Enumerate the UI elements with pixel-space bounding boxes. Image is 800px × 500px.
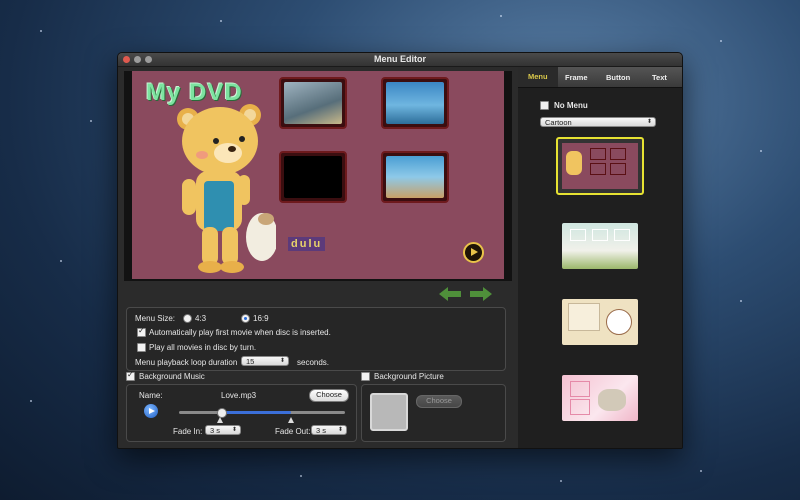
fade-out-select[interactable]: 3 s ⬍: [311, 425, 347, 435]
template-frame-shape: [570, 381, 590, 397]
fade-out-label: Fade Out:: [275, 427, 311, 436]
chapter-thumbnail-4[interactable]: [381, 151, 449, 203]
template-frame-shape: [610, 148, 626, 160]
play-all-checkbox[interactable]: [137, 343, 146, 352]
chapter-thumbnail-3[interactable]: [279, 151, 347, 203]
fade-out-value: 3 s: [316, 426, 327, 435]
ratio-4-3-radio[interactable]: [183, 314, 192, 323]
music-trim-slider[interactable]: [179, 408, 345, 423]
music-name-label: Name:: [139, 391, 163, 400]
template-frame-shape: [614, 229, 630, 241]
title-bar: Menu Editor: [118, 53, 682, 67]
thumbnail-image: [386, 82, 444, 124]
fade-in-value: 3 s: [210, 426, 221, 435]
thumbnail-image: [386, 156, 444, 198]
window-title: Menu Editor: [374, 54, 426, 64]
arrow-right-icon[interactable]: [470, 287, 492, 301]
auto-play-checkbox[interactable]: [137, 326, 146, 337]
menu-size-label: Menu Size:: [135, 314, 176, 323]
bg-music-group: Name: Love.mp3 Choose Fade In: 3 s ⬍ Fad…: [126, 384, 357, 442]
template-frame-shape: [570, 399, 590, 415]
template-thumbnail-4[interactable]: [562, 375, 638, 421]
fade-in-select[interactable]: 3 s ⬍: [205, 425, 241, 435]
thumbnail-image: [284, 82, 342, 124]
fade-out-marker[interactable]: [288, 417, 294, 423]
template-frame-shape: [568, 303, 600, 331]
menu-editor-window: Menu Editor My DVD dulu Menu Size: 4:3 1…: [117, 52, 683, 449]
template-preview-image: [562, 143, 638, 189]
bg-picture-group: Choose: [361, 384, 506, 442]
updown-icon: ⬍: [646, 119, 652, 125]
chapter-thumbnail-1[interactable]: [279, 77, 347, 129]
template-thumbnail-2[interactable]: [562, 223, 638, 269]
ratio-4-3-label: 4:3: [195, 314, 207, 323]
template-mascot-shape: [606, 309, 632, 335]
menu-settings-group: Menu Size: 4:3 16:9 Automatically play f…: [126, 307, 506, 371]
template-frame-shape: [610, 163, 626, 175]
music-play-button[interactable]: [144, 404, 158, 418]
bg-picture-label: Background Picture: [374, 372, 444, 381]
updown-icon: ⬍: [279, 358, 285, 364]
no-menu-checkbox[interactable]: [540, 101, 549, 110]
music-file-name: Love.mp3: [221, 391, 257, 400]
bg-music-label: Background Music: [139, 372, 205, 381]
arrow-left-icon[interactable]: [439, 287, 461, 301]
slider-selected-range: [221, 411, 291, 414]
chapter-thumbnail-2[interactable]: [381, 77, 449, 129]
theme-select[interactable]: Cartoon ⬍: [540, 117, 656, 127]
bg-music-checkbox[interactable]: [126, 370, 135, 381]
theme-value: Cartoon: [545, 118, 572, 127]
editor-tabs: Menu Frame Button Text: [518, 67, 682, 88]
play-icon: [149, 407, 155, 414]
menu-canvas[interactable]: My DVD dulu: [132, 71, 504, 279]
template-thumbnail-3[interactable]: [562, 299, 638, 345]
loop-duration-select[interactable]: 15 ⬍: [241, 356, 289, 366]
choose-music-button[interactable]: Choose: [309, 389, 349, 402]
menu-preview: My DVD dulu: [124, 71, 512, 281]
no-menu-label: No Menu: [554, 101, 588, 110]
bg-picture-preview[interactable]: [370, 393, 408, 431]
dulu-sticker-text[interactable]: dulu: [288, 237, 326, 251]
bg-picture-checkbox[interactable]: [361, 372, 370, 381]
bear-mascot-image[interactable]: [176, 97, 276, 275]
template-frame-shape: [592, 229, 608, 241]
ratio-16-9-label: 16:9: [253, 314, 269, 323]
template-frame-shape: [570, 229, 586, 241]
template-frame-shape: [590, 163, 606, 175]
template-thumbnail-1[interactable]: [556, 137, 644, 195]
play-all-label: Play all movies in disc by turn.: [149, 343, 257, 352]
updown-icon: ⬍: [337, 427, 343, 433]
fade-in-marker[interactable]: [217, 417, 223, 423]
template-sidebar: Menu Frame Button Text No Menu Cartoon ⬍: [518, 67, 682, 448]
ratio-16-9-radio[interactable]: [241, 314, 250, 323]
tab-text[interactable]: Text: [652, 73, 667, 82]
template-mascot-shape: [598, 389, 626, 411]
loop-duration-value: 15: [246, 357, 255, 366]
template-bear-shape: [566, 151, 582, 175]
auto-play-label: Automatically play first movie when disc…: [149, 328, 331, 337]
loop-duration-label: Menu playback loop duration: [135, 358, 238, 367]
updown-icon: ⬍: [231, 427, 237, 433]
template-frame-shape: [590, 148, 606, 160]
loop-unit-label: seconds.: [297, 358, 330, 367]
choose-picture-button[interactable]: Choose: [416, 395, 462, 408]
menu-play-button[interactable]: [463, 242, 484, 263]
tab-frame[interactable]: Frame: [565, 73, 588, 82]
thumbnail-image: [284, 156, 342, 198]
tab-menu[interactable]: Menu: [518, 67, 558, 87]
tab-button[interactable]: Button: [606, 73, 630, 82]
fade-in-label: Fade In:: [173, 427, 203, 436]
